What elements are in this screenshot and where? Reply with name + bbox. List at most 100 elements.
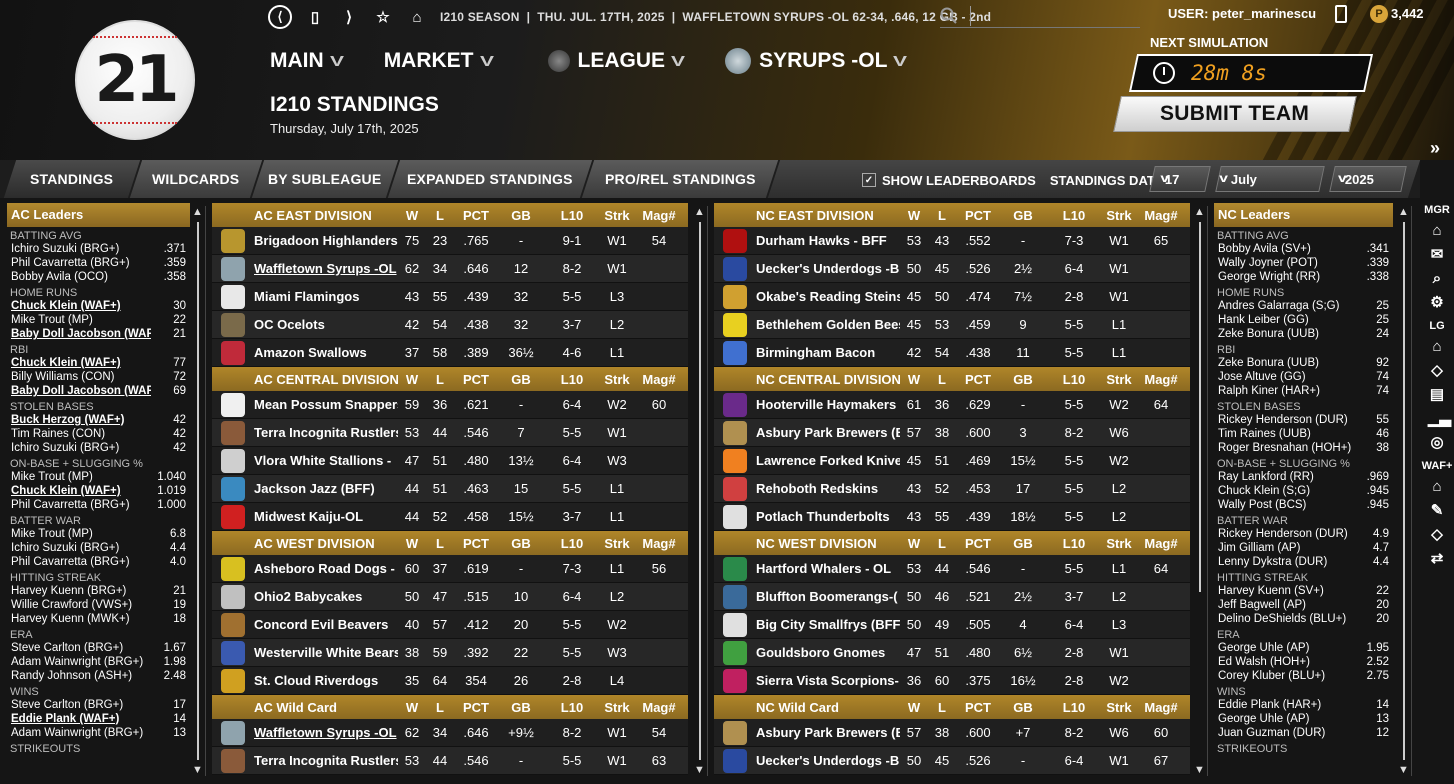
team-row[interactable]: Rehoboth Redskins 43 52 .453 17 5-5 L2 xyxy=(714,475,1190,503)
team-row[interactable]: Uecker's Underdogs -BFF 50 45 .526 - 6-4 W1 67 xyxy=(714,747,1190,775)
col-strk[interactable]: Strk xyxy=(600,208,634,223)
ac-leaders-scrollbar[interactable]: ▲ ▼ xyxy=(190,206,206,776)
team-name[interactable]: Big City Smallfrys (BFF) xyxy=(756,617,900,632)
col-l10[interactable]: L10 xyxy=(544,700,600,715)
team-logo-icon[interactable] xyxy=(221,228,245,253)
team-row[interactable]: St. Cloud Riverdogs 35 64 354 26 2-8 L4 xyxy=(212,667,688,695)
team-row[interactable]: Big City Smallfrys (BFF) 50 49 .505 4 6-4 L3 xyxy=(714,611,1190,639)
team-name[interactable]: Sierra Vista Scorpions- xyxy=(756,673,900,688)
phone-icon[interactable] xyxy=(1335,5,1347,23)
home-icon[interactable]: ⌂ xyxy=(1428,478,1446,496)
team-logo-icon[interactable] xyxy=(723,340,747,365)
team-name[interactable]: Waffletown Syrups -OL xyxy=(254,261,398,276)
star-icon[interactable]: ☆ xyxy=(372,6,394,28)
team-logo-icon[interactable] xyxy=(723,668,747,693)
team-row[interactable]: Waffletown Syrups -OL 62 34 .646 12 8-2 W1 xyxy=(212,255,688,283)
col-strk[interactable]: Strk xyxy=(1102,208,1136,223)
forward-icon[interactable]: ⟩ xyxy=(338,6,360,28)
diamond-icon[interactable]: ◇ xyxy=(1428,526,1446,544)
col-strk[interactable]: Strk xyxy=(1102,700,1136,715)
col-pct[interactable]: PCT xyxy=(956,372,1000,387)
team-row[interactable]: Durham Hawks - BFF 53 43 .552 - 7-3 W1 65 xyxy=(714,227,1190,255)
team-logo-icon[interactable] xyxy=(723,228,747,253)
col-w[interactable]: W xyxy=(398,700,426,715)
col-l[interactable]: L xyxy=(426,372,454,387)
team-row[interactable]: Waffletown Syrups -OL 62 34 .646 +9½ 8-2 W1 54 xyxy=(212,719,688,747)
col-w[interactable]: W xyxy=(900,536,928,551)
team-row[interactable]: Potlach Thunderbolts 43 55 .439 18½ 5-5 L2 xyxy=(714,503,1190,531)
tab-wildcards[interactable]: WILDCARDS xyxy=(129,160,263,198)
team-name[interactable]: Lawrence Forked Knives xyxy=(756,453,900,468)
team-name[interactable]: Bluffton Boomerangs-( xyxy=(756,589,900,604)
ac-standings-scrollbar[interactable]: ▲ ▼ xyxy=(692,206,708,776)
tab-pro-rel-standings[interactable]: PRO/REL STANDINGS xyxy=(581,160,779,198)
baseball-icon[interactable]: ◎ xyxy=(1428,434,1446,452)
team-logo-icon[interactable] xyxy=(221,640,245,665)
col-gb[interactable]: GB xyxy=(498,536,544,551)
col-mag[interactable]: Mag# xyxy=(634,372,684,387)
team-name[interactable]: OC Ocelots xyxy=(254,317,398,332)
team-logo-icon[interactable] xyxy=(723,256,747,281)
home-icon[interactable]: ⌂ xyxy=(1428,338,1446,356)
team-row[interactable]: Bluffton Boomerangs-(50 46 .521 2½ 3-7 L2 xyxy=(714,583,1190,611)
leader-name[interactable]: Baby Doll Jacobson (WAF+) xyxy=(11,327,151,341)
col-gb[interactable]: GB xyxy=(498,208,544,223)
col-strk[interactable]: Strk xyxy=(600,372,634,387)
team-logo-icon[interactable] xyxy=(221,448,245,473)
team-logo-icon[interactable] xyxy=(723,448,747,473)
team-name[interactable]: Asheboro Road Dogs - xyxy=(254,561,398,576)
team-logo-icon[interactable] xyxy=(221,668,245,693)
gear-icon[interactable]: ⚙ xyxy=(1428,294,1446,312)
tab-by-subleague[interactable]: BY SUBLEAGUE xyxy=(251,160,399,198)
search-field[interactable] xyxy=(940,4,1140,28)
col-l[interactable]: L xyxy=(928,700,956,715)
home-icon[interactable]: ⌂ xyxy=(1428,222,1446,240)
col-gb[interactable]: GB xyxy=(498,372,544,387)
team-row[interactable]: Midwest Kaiju-OL 44 52 .458 15½ 3-7 L1 xyxy=(212,503,688,531)
team-name[interactable]: Bethlehem Golden Bees xyxy=(756,317,900,332)
team-name[interactable]: Birmingham Bacon xyxy=(756,345,900,360)
team-name[interactable]: Asbury Park Brewers (B xyxy=(756,425,900,440)
team-logo-icon[interactable] xyxy=(723,584,747,609)
col-pct[interactable]: PCT xyxy=(454,700,498,715)
team-name[interactable]: Hartford Whalers - OL xyxy=(756,561,900,576)
team-name[interactable]: Concord Evil Beavers xyxy=(254,617,398,632)
col-gb[interactable]: GB xyxy=(1000,372,1046,387)
team-row[interactable]: Ohio2 Babycakes 50 47 .515 10 6-4 L2 xyxy=(212,583,688,611)
col-gb[interactable]: GB xyxy=(1000,536,1046,551)
team-logo-icon[interactable] xyxy=(723,612,747,637)
col-l[interactable]: L xyxy=(426,700,454,715)
team-logo-icon[interactable] xyxy=(221,476,245,501)
team-row[interactable]: Westerville White Bears 38 59 .392 22 5-5 W3 xyxy=(212,639,688,667)
col-l10[interactable]: L10 xyxy=(1046,208,1102,223)
team-row[interactable]: Amazon Swallows 37 58 .389 36½ 4-6 L1 xyxy=(212,339,688,367)
col-pct[interactable]: PCT xyxy=(454,372,498,387)
leader-name[interactable]: Chuck Klein (WAF+) xyxy=(11,299,121,313)
diamond-icon[interactable]: ◇ xyxy=(1428,362,1446,380)
col-gb[interactable]: GB xyxy=(1000,208,1046,223)
col-pct[interactable]: PCT xyxy=(956,536,1000,551)
leader-name[interactable]: Chuck Klein (WAF+) xyxy=(11,484,121,498)
team-name[interactable]: Brigadoon Highlanders xyxy=(254,233,398,248)
team-row[interactable]: Asbury Park Brewers (B 57 38 .600 3 8-2 W6 xyxy=(714,419,1190,447)
team-logo-icon[interactable] xyxy=(221,748,245,773)
col-l10[interactable]: L10 xyxy=(544,372,600,387)
team-row[interactable]: Concord Evil Beavers 40 57 .412 20 5-5 W2 xyxy=(212,611,688,639)
year-select[interactable]: 2025 v xyxy=(1329,166,1407,192)
team-logo-icon[interactable] xyxy=(221,720,245,745)
leader-name[interactable]: Eddie Plank (WAF+) xyxy=(11,712,119,726)
team-name[interactable]: Mean Possum Snappers xyxy=(254,397,398,412)
team-logo-icon[interactable] xyxy=(723,392,747,417)
nc-standings-scrollbar[interactable]: ▲ ▼ xyxy=(1192,206,1208,776)
col-pct[interactable]: PCT xyxy=(956,700,1000,715)
col-gb[interactable]: GB xyxy=(498,700,544,715)
col-strk[interactable]: Strk xyxy=(600,536,634,551)
bar-chart-icon[interactable]: ▁▃ xyxy=(1428,410,1451,428)
team-name[interactable]: Hooterville Haymakers xyxy=(756,397,900,412)
col-strk[interactable]: Strk xyxy=(1102,372,1136,387)
nav-league[interactable]: LEAGUE V xyxy=(547,48,685,74)
team-row[interactable]: Lawrence Forked Knives 45 51 .469 15½ 5-5 W2 xyxy=(714,447,1190,475)
team-row[interactable]: Miami Flamingos 43 55 .439 32 5-5 L3 xyxy=(212,283,688,311)
team-logo-icon[interactable] xyxy=(221,340,245,365)
team-row[interactable]: Bethlehem Golden Bees 45 53 .459 9 5-5 L1 xyxy=(714,311,1190,339)
